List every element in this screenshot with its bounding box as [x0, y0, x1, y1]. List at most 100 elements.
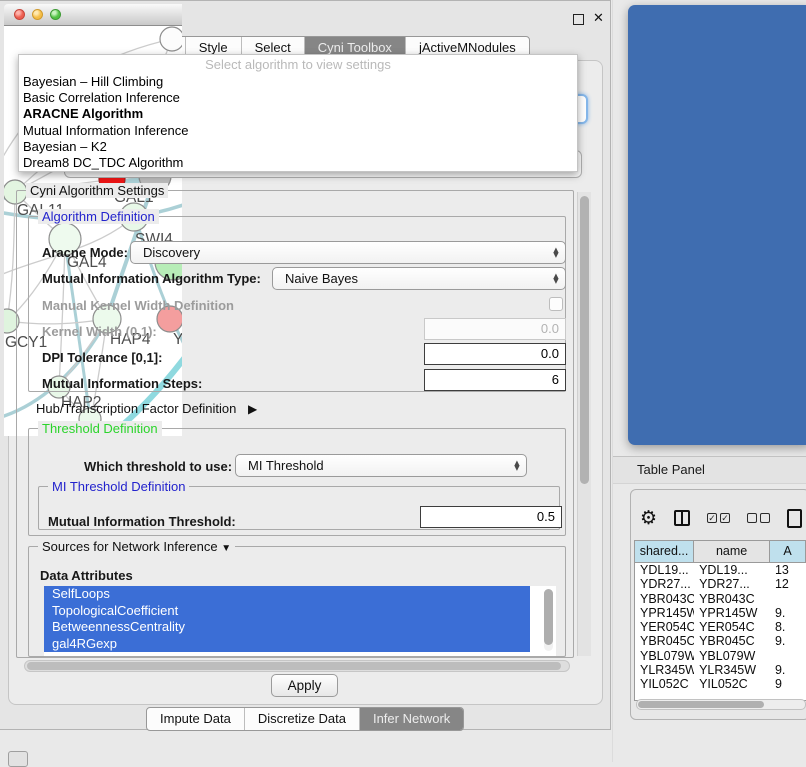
- table-cell: 9: [770, 677, 806, 691]
- data-attributes-label: Data Attributes: [40, 568, 133, 583]
- mi-threshold-label: Mutual Information Threshold:: [48, 514, 236, 529]
- tab-impute-data[interactable]: Impute Data: [147, 708, 244, 730]
- settings-horizontal-scrollbar[interactable]: [24, 660, 570, 672]
- columns-icon[interactable]: [674, 510, 690, 526]
- dpi-tolerance-label: DPI Tolerance [0,1]:: [42, 350, 162, 365]
- cyni-bottom-tabs: Impute Data Discretize Data Infer Networ…: [146, 707, 464, 731]
- table-row[interactable]: YBR043CYBR043C: [635, 592, 806, 606]
- table-horizontal-scrollbar[interactable]: [636, 699, 806, 710]
- kernel-width-input[interactable]: 0.0: [424, 318, 566, 340]
- table-cell: [770, 592, 806, 606]
- node-table: shared...nameA YDL19...YDL19...13YDR27..…: [634, 540, 806, 701]
- dropdown-item-bayesian-k2[interactable]: Bayesian – K2: [19, 139, 577, 155]
- mi-threshold-input[interactable]: 0.5: [420, 506, 562, 528]
- sources-group-title[interactable]: Sources for Network Inference ▼: [38, 539, 235, 554]
- gear-icon[interactable]: ⚙: [640, 508, 657, 528]
- which-threshold-combo[interactable]: MI Threshold ▲▼: [235, 454, 527, 477]
- network-view-window: [628, 5, 806, 445]
- panel-divider: [612, 0, 613, 762]
- checked-checkbox-icon: ✓: [707, 513, 717, 523]
- table-row[interactable]: YIL052CYIL052C9: [635, 677, 806, 691]
- table-cell: YBR045C: [635, 634, 694, 648]
- table-cell: YPR145W: [694, 606, 770, 620]
- collapsed-panel-icon[interactable]: [8, 751, 28, 767]
- table-row[interactable]: YBR045CYBR045C9.: [635, 634, 806, 648]
- which-threshold-label: Which threshold to use:: [84, 459, 232, 474]
- mi-steps-input[interactable]: 6: [424, 369, 566, 391]
- dropdown-placeholder: Select algorithm to view settings: [19, 55, 577, 74]
- collapsed-arrow-icon: ▶: [248, 402, 257, 416]
- dropdown-item-bayesian-hill-climbing[interactable]: Bayesian – Hill Climbing: [19, 74, 577, 90]
- table-cell: YBL079W: [635, 649, 694, 663]
- column-header-name[interactable]: name: [694, 541, 770, 562]
- threshold-definition-title: Threshold Definition: [38, 421, 162, 436]
- minimize-traffic-light-icon[interactable]: [32, 9, 43, 20]
- unchecked-checkbox-icon: [760, 513, 770, 523]
- float-window-icon[interactable]: [573, 14, 584, 25]
- table-row[interactable]: YDL19...YDL19...13: [635, 563, 806, 577]
- list-item-selfloops[interactable]: SelfLoops: [44, 586, 530, 603]
- manual-kernel-width-label: Manual Kernel Width Definition: [42, 298, 234, 313]
- mi-algorithm-type-combo[interactable]: Naive Bayes ▲▼: [272, 267, 566, 290]
- document-icon[interactable]: [787, 509, 802, 528]
- manual-kernel-width-checkbox[interactable]: [549, 297, 563, 311]
- table-cell: 9.: [770, 606, 806, 620]
- table-row[interactable]: YDR27...YDR27...12: [635, 577, 806, 591]
- hub-definition-toggle[interactable]: Hub/Transcription Factor Definition ▶: [36, 401, 257, 416]
- table-row[interactable]: YLR345WYLR345W9.: [635, 663, 806, 677]
- tab-infer-network[interactable]: Infer Network: [359, 708, 463, 730]
- zoom-traffic-light-icon[interactable]: [50, 9, 61, 20]
- mi-steps-label: Mutual Information Steps:: [42, 376, 202, 391]
- algorithm-definition-title: Algorithm Definition: [38, 209, 159, 224]
- list-item-betweennesscentrality[interactable]: BetweennessCentrality: [44, 619, 530, 636]
- table-header-row: shared...nameA: [635, 541, 806, 563]
- network-window-titlebar[interactable]: [4, 4, 182, 26]
- data-attributes-list: SelfLoops TopologicalCoefficient Between…: [44, 586, 556, 656]
- table-cell: 8.: [770, 620, 806, 634]
- table-cell: YER054C: [694, 620, 770, 634]
- list-scrollbar[interactable]: [544, 589, 553, 651]
- table-cell: YLR345W: [635, 663, 694, 677]
- aracne-mode-combo[interactable]: Discovery ▲▼: [130, 241, 566, 264]
- table-cell: YPR145W: [635, 606, 694, 620]
- mi-threshold-group-title: MI Threshold Definition: [48, 479, 189, 494]
- algorithm-dropdown-popup: Select algorithm to view settings Bayesi…: [18, 54, 578, 172]
- list-item-topologicalcoefficient[interactable]: TopologicalCoefficient: [44, 603, 530, 620]
- dropdown-item-dream8[interactable]: Dream8 DC_TDC Algorithm: [19, 155, 577, 171]
- table-cell: YIL052C: [694, 677, 770, 691]
- close-traffic-light-icon[interactable]: [14, 9, 25, 20]
- apply-button[interactable]: Apply: [271, 674, 338, 697]
- table-cell: YDL19...: [635, 563, 694, 577]
- column-header-a[interactable]: A: [770, 541, 806, 562]
- network-node-top-node[interactable]: [160, 27, 182, 51]
- table-row[interactable]: YBL079WYBL079W: [635, 649, 806, 663]
- dropdown-item-mutual-information[interactable]: Mutual Information Inference: [19, 123, 577, 139]
- mi-algorithm-type-label: Mutual Information Algorithm Type:: [42, 271, 261, 286]
- table-cell: 13: [770, 563, 806, 577]
- table-cell: YDR27...: [694, 577, 770, 591]
- table-row[interactable]: YPR145WYPR145W9.: [635, 606, 806, 620]
- close-panel-icon[interactable]: ✕: [593, 10, 604, 26]
- table-toolbar: ⚙ ✓ ✓: [640, 505, 806, 531]
- table-cell: 9.: [770, 663, 806, 677]
- table-panel-title: Table Panel: [637, 462, 705, 477]
- table-cell: YER054C: [635, 620, 694, 634]
- list-item-gal4rgexp[interactable]: gal4RGexp: [44, 636, 530, 653]
- tab-discretize-data[interactable]: Discretize Data: [244, 708, 359, 730]
- deselect-all-columns-icon[interactable]: [747, 513, 770, 523]
- select-all-columns-icon[interactable]: ✓ ✓: [707, 513, 730, 523]
- network-edge[interactable]: [7, 192, 15, 321]
- settings-scrollbar[interactable]: [577, 192, 591, 656]
- stepper-arrows-icon: ▲▼: [547, 248, 565, 258]
- table-cell: YLR345W: [694, 663, 770, 677]
- column-header-shared[interactable]: shared...: [635, 541, 694, 562]
- dropdown-item-aracne[interactable]: ARACNE Algorithm: [19, 106, 577, 122]
- dpi-tolerance-input[interactable]: 0.0: [424, 343, 566, 365]
- table-cell: [770, 649, 806, 663]
- table-row[interactable]: YER054CYER054C8.: [635, 620, 806, 634]
- kernel-width-label: Kernel Width (0,1):: [42, 324, 157, 339]
- unchecked-checkbox-icon: [747, 513, 757, 523]
- table-cell: 9.: [770, 634, 806, 648]
- dropdown-item-basic-correlation[interactable]: Basic Correlation Inference: [19, 90, 577, 106]
- table-cell: YBL079W: [694, 649, 770, 663]
